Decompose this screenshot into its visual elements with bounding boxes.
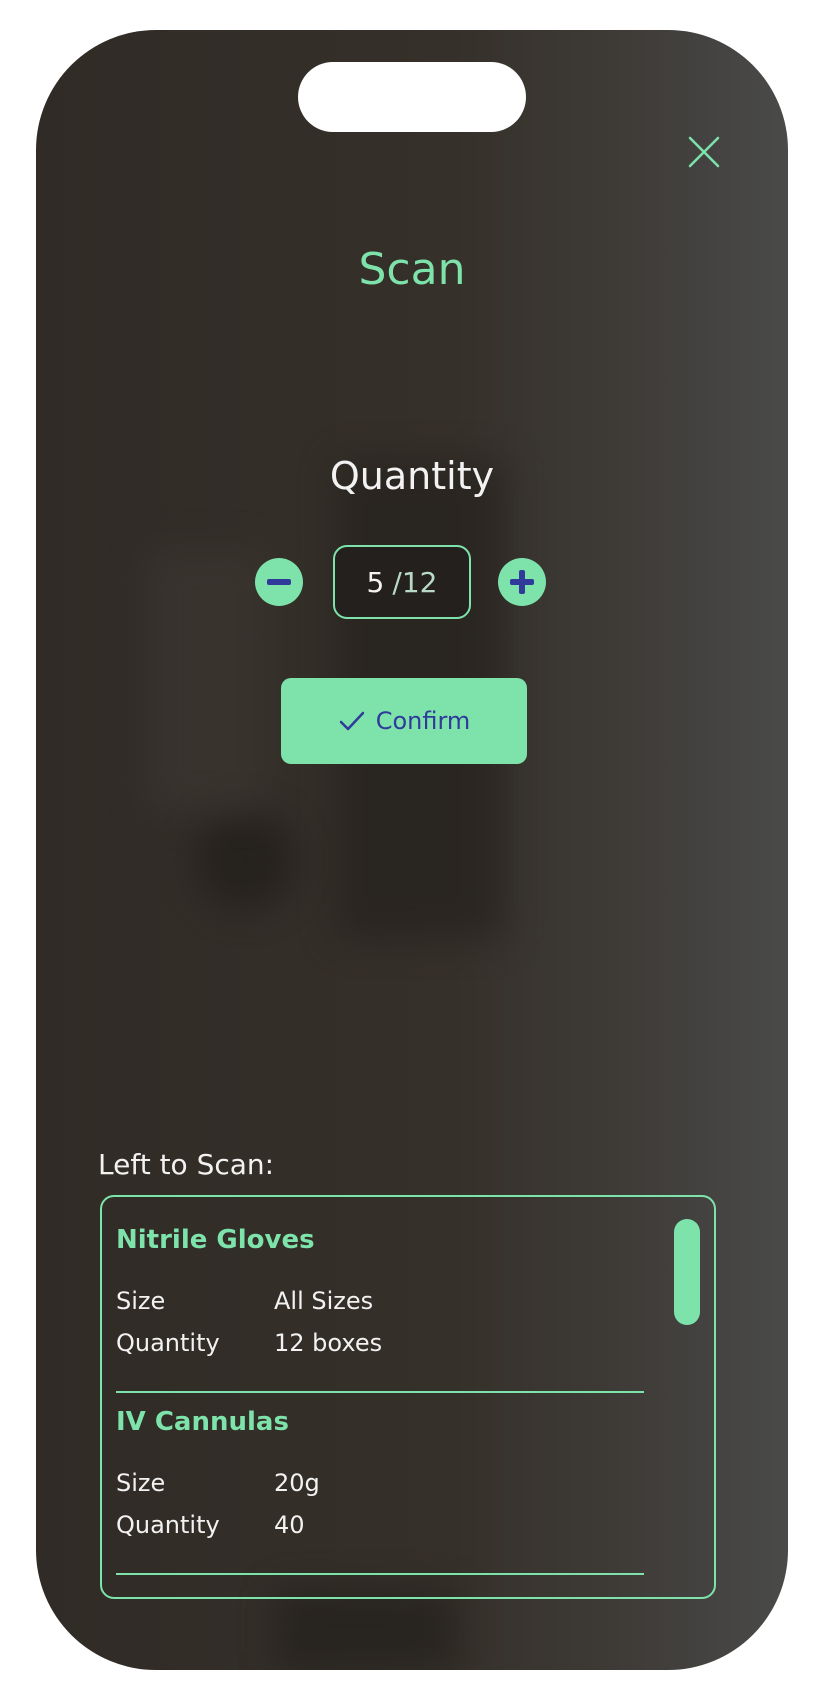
phone-frame: Scan Quantity 5 / 12 Confirm Left to Sca… bbox=[36, 30, 788, 1670]
device-notch bbox=[298, 62, 526, 132]
list-item[interactable]: Nitrile Gloves Size All Sizes Quantity 12 … bbox=[116, 1225, 644, 1393]
quantity-current: 5 bbox=[366, 565, 385, 599]
item-size-row: Size 20g bbox=[116, 1469, 536, 1497]
item-name: IV Cannulas bbox=[116, 1407, 289, 1437]
decrement-button[interactable] bbox=[255, 558, 303, 606]
quantity-label: Quantity bbox=[329, 454, 495, 498]
item-quantity-row: Quantity 12 boxes bbox=[116, 1329, 536, 1357]
item-quantity-label: Quantity bbox=[116, 1511, 220, 1539]
item-size-row: Size All Sizes bbox=[116, 1287, 536, 1315]
quantity-separator: / bbox=[392, 565, 402, 599]
item-size-value: 20g bbox=[274, 1469, 320, 1497]
check-icon bbox=[339, 711, 364, 731]
camera-background-object bbox=[146, 550, 266, 810]
item-quantity-value: 40 bbox=[274, 1511, 305, 1539]
left-to-scan-label: Left to Scan: bbox=[98, 1148, 275, 1181]
item-quantity-label: Quantity bbox=[116, 1329, 220, 1357]
quantity-stepper[interactable]: 5 / 12 bbox=[333, 545, 471, 619]
close-button[interactable] bbox=[682, 130, 726, 174]
camera-background-object bbox=[276, 1590, 456, 1670]
confirm-button-label: Confirm bbox=[375, 707, 471, 735]
item-name: Nitrile Gloves bbox=[116, 1225, 315, 1255]
left-to-scan-list[interactable]: Nitrile Gloves Size All Sizes Quantity 12 … bbox=[100, 1195, 716, 1599]
item-divider bbox=[116, 1573, 644, 1575]
quantity-total: 12 bbox=[401, 565, 438, 599]
item-size-label: Size bbox=[116, 1469, 166, 1497]
confirm-button[interactable]: Confirm bbox=[281, 678, 527, 764]
item-divider bbox=[116, 1391, 644, 1393]
camera-background-object bbox=[196, 810, 296, 910]
item-quantity-row: Quantity 40 bbox=[116, 1511, 536, 1539]
item-size-value: All Sizes bbox=[274, 1287, 374, 1315]
page-title: Scan bbox=[358, 244, 466, 295]
minus-icon bbox=[267, 579, 291, 585]
close-icon bbox=[688, 136, 720, 168]
item-quantity-value: 12 boxes bbox=[274, 1329, 383, 1357]
increment-button[interactable] bbox=[498, 558, 546, 606]
item-size-label: Size bbox=[116, 1287, 166, 1315]
list-item[interactable]: IV Cannulas Size 20g Quantity 40 bbox=[116, 1407, 644, 1575]
list-scrollbar[interactable] bbox=[674, 1219, 700, 1325]
